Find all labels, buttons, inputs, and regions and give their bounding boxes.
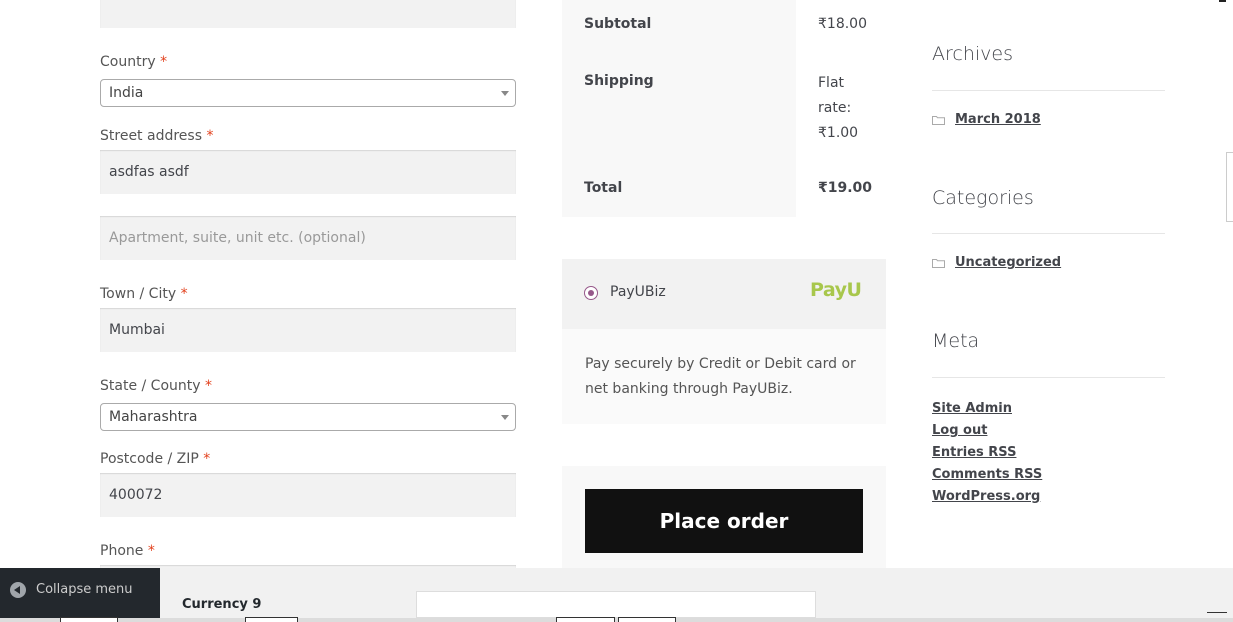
taskbar-tab[interactable]: [556, 617, 615, 622]
categories-title: Categories: [932, 187, 1034, 209]
state-label: State / County *: [100, 378, 212, 394]
corner-line: [1207, 612, 1227, 613]
scroll-tick: [1219, 0, 1226, 2]
collapse-menu-label: Collapse menu: [36, 582, 133, 597]
street-address-label: Street address *: [100, 128, 214, 144]
postcode-input[interactable]: 400072: [100, 473, 516, 517]
payment-description-box: Pay securely by Credit or Debit card or …: [562, 329, 886, 424]
street-address-input[interactable]: asdfas asdf: [100, 150, 516, 194]
meta-link-wordpress-org[interactable]: WordPress.org: [932, 489, 1040, 504]
country-select[interactable]: India: [100, 79, 516, 107]
postcode-label: Postcode / ZIP *: [100, 451, 211, 467]
meta-link-entries-rss[interactable]: Entries RSS: [932, 445, 1016, 460]
currency-label: Currency 9: [182, 597, 262, 612]
taskbar-tab[interactable]: [618, 617, 676, 622]
right-gutter: [1184, 0, 1233, 568]
state-select[interactable]: Maharashtra: [100, 403, 516, 431]
meta-link-log-out[interactable]: Log out: [932, 423, 987, 438]
divider: [932, 377, 1165, 378]
phone-label: Phone *: [100, 543, 155, 559]
resize-handle[interactable]: [1226, 152, 1233, 222]
subtotal-label: Subtotal: [584, 16, 652, 32]
category-link-uncategorized[interactable]: Uncategorized: [955, 255, 1061, 270]
payment-method-payubiz[interactable]: PayUBiz PayU: [562, 259, 886, 329]
place-order-button[interactable]: Place order: [585, 489, 863, 553]
meta-link-site-admin[interactable]: Site Admin: [932, 401, 1012, 416]
city-input[interactable]: Mumbai: [100, 308, 516, 352]
divider: [932, 233, 1165, 234]
checkout-page: Country * India Street address * asdfas …: [0, 0, 1184, 568]
archive-link-march-2018[interactable]: March 2018: [955, 112, 1041, 127]
country-label: Country *: [100, 54, 168, 70]
payment-method-label: PayUBiz: [610, 284, 666, 300]
divider: [932, 90, 1165, 91]
place-order-area: Place order: [562, 466, 886, 568]
chevron-down-icon: [501, 91, 509, 96]
folder-icon: [932, 259, 945, 268]
taskbar: [0, 618, 1233, 622]
collapse-arrow-icon: [10, 582, 26, 598]
total-label: Total: [584, 180, 623, 196]
payment-description: Pay securely by Credit or Debit card or …: [585, 356, 856, 397]
currency-input[interactable]: [416, 591, 816, 618]
shipping-value: Flat rate: ₹1.00: [818, 75, 859, 141]
order-review-table: Subtotal ₹18.00 Shipping Flat rate: ₹1.0…: [562, 0, 886, 217]
chevron-down-icon: [501, 415, 509, 420]
meta-link-comments-rss[interactable]: Comments RSS: [932, 467, 1042, 482]
collapse-menu-button[interactable]: Collapse menu: [0, 568, 160, 618]
meta-title: Meta: [932, 330, 980, 352]
taskbar-tab[interactable]: [60, 617, 118, 622]
archives-title: Archives: [932, 43, 1013, 65]
taskbar-tab[interactable]: [245, 617, 298, 622]
payment-radio[interactable]: [584, 286, 598, 300]
folder-icon: [932, 116, 945, 125]
apartment-input[interactable]: Apartment, suite, unit etc. (optional): [100, 216, 516, 260]
payu-logo: PayU: [810, 279, 862, 301]
previous-field-input[interactable]: [100, 0, 516, 28]
total-value: ₹19.00: [818, 180, 873, 196]
subtotal-value: ₹18.00: [818, 16, 867, 32]
shipping-label: Shipping: [584, 73, 654, 89]
city-label: Town / City *: [100, 286, 188, 302]
